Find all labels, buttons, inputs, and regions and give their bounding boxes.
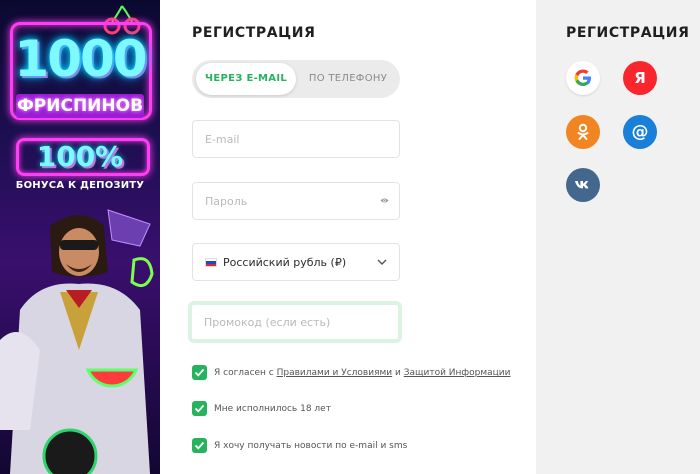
google-login-button[interactable] <box>566 61 600 95</box>
promo-code-field[interactable] <box>192 305 398 339</box>
news-text: Я хочу получать новости по e-mail и sms <box>214 441 408 451</box>
promo-field-wrapper <box>188 301 402 343</box>
google-icon <box>574 69 591 86</box>
email-field-wrapper <box>192 120 400 158</box>
yandex-icon: Я <box>634 69 646 87</box>
news-checkbox[interactable] <box>192 438 207 453</box>
casino-character-illustration <box>0 209 154 474</box>
terms-text: Я согласен с Правилами и Условиями и Защ… <box>214 365 510 381</box>
tab-email[interactable]: ЧЕРЕЗ E-MAIL <box>196 63 296 95</box>
yandex-login-button[interactable]: Я <box>623 61 657 95</box>
checkmark-icon <box>194 404 205 413</box>
terms-checkbox-row: Я согласен с Правилами и Условиями и Защ… <box>192 365 510 381</box>
news-checkbox-row: Я хочу получать новости по e-mail и sms <box>192 438 492 454</box>
privacy-link[interactable]: Защитой Информации <box>404 368 511 378</box>
social-registration-panel: РЕГИСТРАЦИЯ Я @ <box>536 0 700 474</box>
password-field-wrapper <box>192 182 400 220</box>
odnoklassniki-login-button[interactable] <box>566 115 600 149</box>
banner-freespins-label: ФРИСПИНОВ <box>16 94 144 118</box>
password-field[interactable] <box>193 183 399 219</box>
banner-big-number: 1000 <box>14 30 147 88</box>
eye-icon[interactable] <box>380 197 389 204</box>
age-text: Мне исполнилось 18 лет <box>214 404 331 414</box>
terms-checkbox[interactable] <box>192 365 207 380</box>
registration-form: РЕГИСТРАЦИЯ ЧЕРЕЗ E-MAIL ПО ТЕЛЕФОНУ Рос… <box>160 0 536 474</box>
checkmark-icon <box>194 368 205 377</box>
terms-prefix: Я согласен с <box>214 368 277 378</box>
age-checkbox-row: Мне исполнилось 18 лет <box>192 401 492 417</box>
mailru-icon: @ <box>631 122 649 142</box>
mailru-login-button[interactable]: @ <box>623 115 657 149</box>
banner-bonus-text: БОНУСА К ДЕПОЗИТУ <box>15 180 145 191</box>
vk-icon <box>575 181 589 189</box>
chevron-down-icon <box>377 259 387 265</box>
age-checkbox[interactable] <box>192 401 207 416</box>
currency-select[interactable]: Российский рубль (₽) <box>192 243 400 281</box>
terms-link[interactable]: Правилами и Условиями <box>277 368 393 378</box>
odnoklassniki-icon <box>577 123 589 140</box>
terms-and: и <box>392 368 404 378</box>
social-title: РЕГИСТРАЦИЯ <box>566 25 690 41</box>
registration-method-tabs: ЧЕРЕЗ E-MAIL ПО ТЕЛЕФОНУ <box>192 60 400 98</box>
vk-login-button[interactable] <box>566 168 600 202</box>
currency-value: Российский рубль (₽) <box>223 256 347 269</box>
banner-percent: 100% <box>36 140 124 173</box>
form-title: РЕГИСТРАЦИЯ <box>192 25 316 41</box>
tab-phone[interactable]: ПО ТЕЛЕФОНУ <box>300 63 396 95</box>
checkmark-icon <box>194 441 205 450</box>
email-field[interactable] <box>193 121 399 157</box>
promo-banner[interactable]: 1000 ФРИСПИНОВ 100% БОНУСА К ДЕПОЗИТУ <box>0 0 160 474</box>
russia-flag-icon <box>205 258 217 267</box>
